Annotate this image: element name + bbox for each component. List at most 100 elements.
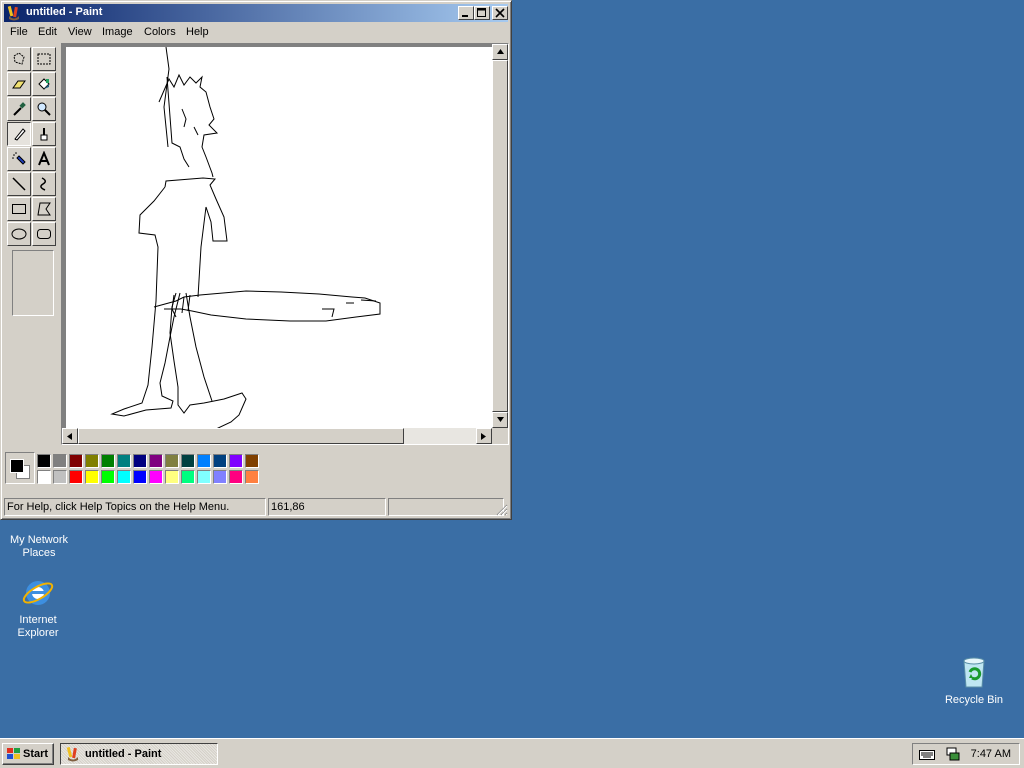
palette-swatch[interactable] (53, 454, 67, 468)
desktop-icon-label: Recycle Bin (944, 694, 1004, 706)
palette-swatch[interactable] (85, 454, 99, 468)
menu-edit[interactable]: Edit (38, 26, 57, 38)
palette-swatch[interactable] (149, 454, 163, 468)
palette-swatch[interactable] (149, 470, 163, 484)
maximize-button[interactable] (474, 6, 490, 20)
tool-pick-color[interactable] (7, 97, 31, 121)
desktop-icon-label: Internet Explorer (17, 614, 59, 639)
vertical-scrollbar[interactable] (492, 44, 508, 428)
menu-image[interactable]: Image (102, 26, 133, 38)
palette-swatch[interactable] (117, 470, 131, 484)
palette-swatch[interactable] (245, 454, 259, 468)
resize-grip-icon[interactable] (496, 504, 508, 516)
menu-help[interactable]: Help (186, 26, 209, 38)
airbrush-icon (12, 152, 26, 165)
menu-colors[interactable]: Colors (144, 26, 176, 38)
palette-swatch[interactable] (117, 454, 131, 468)
tool-free-form-select[interactable] (7, 47, 31, 71)
desktop-icon-label: My Network Places (9, 534, 69, 559)
palette-swatch[interactable] (197, 454, 211, 468)
tool-line[interactable] (7, 172, 31, 196)
desktop-icon-internet-explorer[interactable]: Internet Explorer (0, 576, 78, 640)
eraser-icon (12, 80, 26, 89)
menu-file[interactable]: File (10, 26, 28, 38)
color-palette (5, 450, 305, 490)
palette-swatch[interactable] (133, 454, 147, 468)
tool-select[interactable] (32, 47, 56, 71)
menu-view[interactable]: View (68, 26, 92, 38)
start-label: Start (23, 748, 49, 760)
brush-icon (40, 128, 48, 141)
palette-swatch[interactable] (101, 470, 115, 484)
palette-swatch[interactable] (229, 470, 243, 484)
palette-swatch[interactable] (229, 454, 243, 468)
title-bar[interactable]: untitled - Paint (4, 4, 508, 22)
palette-swatch[interactable] (69, 454, 83, 468)
tool-polygon[interactable] (32, 197, 56, 221)
tool-rectangle[interactable] (7, 197, 31, 221)
arrow-left-icon (67, 433, 72, 440)
tool-pencil[interactable] (7, 122, 31, 146)
status-bar: For Help, click Help Topics on the Help … (4, 498, 508, 516)
keyboard-icon[interactable] (919, 748, 935, 760)
palette-swatch[interactable] (181, 470, 195, 484)
arrow-down-icon (497, 417, 504, 422)
tool-fill-with-color[interactable] (32, 72, 56, 96)
close-button[interactable] (492, 6, 508, 20)
windows-logo-icon (7, 748, 20, 759)
palette-swatch[interactable] (165, 470, 179, 484)
palette-swatch[interactable] (133, 470, 147, 484)
tool-text[interactable] (32, 147, 56, 171)
tool-curve[interactable] (32, 172, 56, 196)
tool-options-panel[interactable] (12, 250, 54, 316)
palette-swatch[interactable] (213, 454, 227, 468)
palette-swatch[interactable] (85, 470, 99, 484)
tool-ellipse[interactable] (7, 222, 31, 246)
scroll-left-button[interactable] (62, 428, 78, 444)
palette-swatch[interactable] (165, 454, 179, 468)
tool-rounded-rectangle[interactable] (32, 222, 56, 246)
palette-swatch[interactable] (101, 454, 115, 468)
select-icon (37, 53, 51, 65)
palette-swatch[interactable] (197, 470, 211, 484)
palette-swatch[interactable] (69, 470, 83, 484)
palette-swatch[interactable] (53, 470, 67, 484)
taskbar: Start untitled - Paint 7:47 AM (0, 738, 1024, 768)
tool-magnifier[interactable] (32, 97, 56, 121)
menu-bar: File Edit View Image Colors Help (4, 24, 508, 42)
taskbar-button-paint[interactable]: untitled - Paint (60, 743, 218, 765)
tool-eraser[interactable] (7, 72, 31, 96)
network-icon[interactable] (945, 746, 961, 762)
horizontal-scrollbar[interactable] (62, 428, 492, 444)
stick-figure-drawing (110, 46, 381, 430)
toolbox (5, 45, 59, 445)
internet-explorer-icon (21, 576, 55, 610)
tool-airbrush[interactable] (7, 147, 31, 171)
scroll-right-button[interactable] (476, 428, 492, 444)
vertical-scroll-thumb[interactable] (492, 60, 508, 412)
desktop-icon-recycle-bin[interactable]: Recycle Bin (934, 656, 1014, 707)
canvas-area (61, 43, 509, 445)
palette-swatch[interactable] (213, 470, 227, 484)
paint-app-icon (6, 5, 22, 21)
palette-swatch[interactable] (245, 470, 259, 484)
status-help-text: For Help, click Help Topics on the Help … (4, 498, 266, 516)
palette-swatch[interactable] (181, 454, 195, 468)
arrow-right-icon (481, 433, 486, 440)
paint-window: untitled - Paint File Edit View Image Co… (0, 0, 512, 520)
current-colors-indicator[interactable] (5, 452, 35, 484)
palette-swatch[interactable] (37, 454, 51, 468)
horizontal-scroll-thumb[interactable] (78, 428, 404, 444)
scroll-up-button[interactable] (492, 44, 508, 60)
paint-app-icon (66, 746, 78, 762)
line-icon (12, 177, 26, 191)
palette-swatch[interactable] (37, 470, 51, 484)
tool-brush[interactable] (32, 122, 56, 146)
scroll-down-button[interactable] (492, 412, 508, 428)
minimize-button[interactable] (458, 6, 474, 20)
scrollbar-corner (492, 428, 508, 444)
clock[interactable]: 7:47 AM (971, 748, 1011, 760)
start-button[interactable]: Start (2, 743, 54, 765)
status-size (388, 498, 504, 516)
drawing-canvas[interactable] (66, 46, 492, 430)
